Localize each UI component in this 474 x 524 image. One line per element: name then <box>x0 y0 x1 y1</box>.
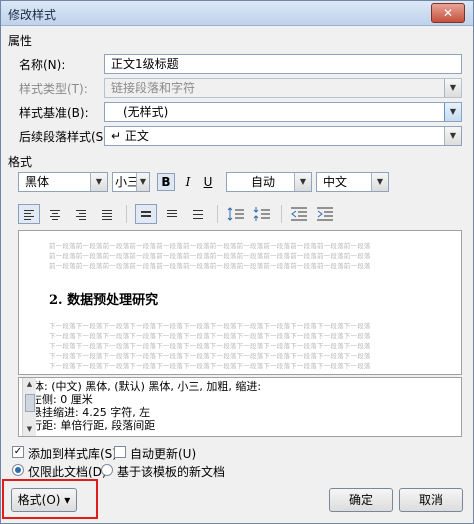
style-base-select[interactable]: (无样式) ▼ <box>104 102 462 122</box>
title-bar[interactable]: 修改样式 ✕ <box>1 1 473 26</box>
add-to-gallery-checkbox[interactable]: ✓ <box>12 446 24 458</box>
increase-indent-icon <box>317 207 333 221</box>
script-value: 中文 <box>323 175 348 189</box>
align-center-button[interactable] <box>44 204 66 224</box>
description-scrollbar[interactable]: ▲ ▼ <box>22 378 36 436</box>
close-icon: ✕ <box>442 6 454 20</box>
format-button-highlight <box>2 479 98 519</box>
decrease-indent-icon <box>291 207 307 221</box>
next-style-value: ↵ 正文 <box>111 129 149 143</box>
format-section-label: 格式 <box>8 155 33 169</box>
name-field[interactable]: 正文1级标题 <box>104 54 462 74</box>
underline-button[interactable]: U <box>199 173 217 191</box>
preview-prev-para: 前一段落前一段落前一段落前一段落前一段落前一段落前一段落前一段落前一段落前一段落… <box>49 262 371 270</box>
only-this-document-label[interactable]: 仅限此文档(D) <box>28 463 107 480</box>
close-button[interactable]: ✕ <box>431 3 465 23</box>
template-new-docs-label[interactable]: 基于该模板的新文档 <box>117 463 225 480</box>
font-color-value: 自动 <box>251 175 276 189</box>
preview-next-para: 下一段落下一段落下一段落下一段落下一段落下一段落下一段落下一段落下一段落下一段落… <box>49 322 371 330</box>
name-label: 名称(N): <box>19 58 66 72</box>
ok-button[interactable]: 确定 <box>329 488 393 512</box>
align-right-button[interactable] <box>70 204 92 224</box>
align-right-icon <box>76 210 86 222</box>
only-this-document-radio[interactable] <box>12 464 24 476</box>
scroll-up-icon[interactable]: ▲ <box>23 378 36 391</box>
single-spacing-button[interactable] <box>135 204 157 224</box>
font-size-select[interactable]: 小三 ▼ <box>112 172 150 192</box>
properties-section-label: 属性 <box>8 34 33 48</box>
double-spacing-button[interactable] <box>187 204 209 224</box>
description-line: 行距: 单倍行距, 段落间距 <box>31 419 156 432</box>
scroll-down-icon[interactable]: ▼ <box>23 423 36 436</box>
justify-icon <box>102 210 112 222</box>
preview-heading: 2. 数据预处理研究 <box>49 293 159 308</box>
toolbar-separator <box>281 205 282 223</box>
decrease-line-spacing-icon <box>253 207 270 221</box>
align-left-icon <box>24 210 34 222</box>
dropdown-arrow-icon[interactable]: ▼ <box>444 103 461 121</box>
style-preview: 前一段落前一段落前一段落前一段落前一段落前一段落前一段落前一段落前一段落前一段落… <box>18 230 462 375</box>
next-style-select[interactable]: ↵ 正文 ▼ <box>104 126 462 146</box>
double-spacing-icon <box>193 210 203 221</box>
increase-line-spacing-icon <box>227 207 244 221</box>
increase-indent-button[interactable] <box>314 204 336 224</box>
align-left-button[interactable] <box>18 204 40 224</box>
cancel-button[interactable]: 取消 <box>399 488 463 512</box>
style-type-select: 链接段落和字符 ▼ <box>104 78 462 98</box>
preview-next-para: 下一段落下一段落下一段落下一段落下一段落下一段落下一段落下一段落下一段落下一段落… <box>49 352 371 360</box>
preview-prev-para: 前一段落前一段落前一段落前一段落前一段落前一段落前一段落前一段落前一段落前一段落… <box>49 252 371 260</box>
preview-next-para: 下一段落下一段落下一段落下一段落下一段落下一段落下一段落下一段落下一段落下一段落… <box>49 332 371 340</box>
auto-update-label[interactable]: 自动更新(U) <box>130 445 196 462</box>
dropdown-arrow-icon: ▼ <box>444 79 461 97</box>
one-half-spacing-icon <box>167 210 177 219</box>
bold-button[interactable]: B <box>157 173 175 191</box>
align-center-icon <box>50 210 60 222</box>
justify-button[interactable] <box>96 204 118 224</box>
style-type-label: 样式类型(T): <box>19 82 88 96</box>
description-line: 左侧: 0 厘米 <box>31 393 93 406</box>
template-new-docs-radio[interactable] <box>101 464 113 476</box>
decrease-line-spacing-button[interactable] <box>251 204 273 224</box>
font-select[interactable]: 黑体 ▼ <box>18 172 108 192</box>
modify-style-dialog: 修改样式 ✕ 属性 名称(N): 正文1级标题 样式类型(T): 链接段落和字符… <box>0 0 474 524</box>
increase-line-spacing-button[interactable] <box>225 204 247 224</box>
description-line: 字体: (中文) 黑体, (默认) 黑体, 小三, 加粗, 缩进: <box>22 380 262 393</box>
style-type-value: 链接段落和字符 <box>111 81 196 95</box>
add-to-gallery-label[interactable]: 添加到样式库(S) <box>28 445 117 462</box>
style-base-label: 样式基准(B): <box>19 106 89 120</box>
preview-prev-para: 前一段落前一段落前一段落前一段落前一段落前一段落前一段落前一段落前一段落前一段落… <box>49 242 371 250</box>
single-spacing-icon <box>141 211 151 219</box>
preview-next-para: 下一段落下一段落下一段落下一段落下一段落下一段落下一段落下一段落下一段落下一段落… <box>49 342 371 350</box>
dropdown-arrow-icon[interactable]: ▼ <box>371 173 388 191</box>
italic-button[interactable]: I <box>179 173 197 191</box>
one-half-spacing-button[interactable] <box>161 204 183 224</box>
auto-update-checkbox[interactable] <box>114 446 126 458</box>
description-line: 悬挂缩进: 4.25 字符, 左 <box>31 406 151 419</box>
decrease-indent-button[interactable] <box>288 204 310 224</box>
style-description: 字体: (中文) 黑体, (默认) 黑体, 小三, 加粗, 缩进: 左侧: 0 … <box>18 377 462 437</box>
toolbar-separator <box>126 205 127 223</box>
dropdown-arrow-icon[interactable]: ▼ <box>136 173 149 191</box>
scroll-thumb[interactable] <box>25 394 35 412</box>
font-color-select[interactable]: 自动 ▼ <box>226 172 312 192</box>
dropdown-arrow-icon[interactable]: ▼ <box>90 173 107 191</box>
dialog-title: 修改样式 <box>8 8 57 22</box>
next-style-label: 后续段落样式(S): <box>19 130 113 144</box>
script-select[interactable]: 中文 ▼ <box>316 172 389 192</box>
style-base-value: (无样式) <box>123 105 169 119</box>
dropdown-arrow-icon[interactable]: ▼ <box>294 173 311 191</box>
toolbar-separator <box>217 205 218 223</box>
preview-next-para: 下一段落下一段落下一段落下一段落下一段落下一段落下一段落下一段落下一段落下一段落… <box>49 362 371 370</box>
dropdown-arrow-icon[interactable]: ▼ <box>444 127 461 145</box>
font-value: 黑体 <box>25 175 50 189</box>
